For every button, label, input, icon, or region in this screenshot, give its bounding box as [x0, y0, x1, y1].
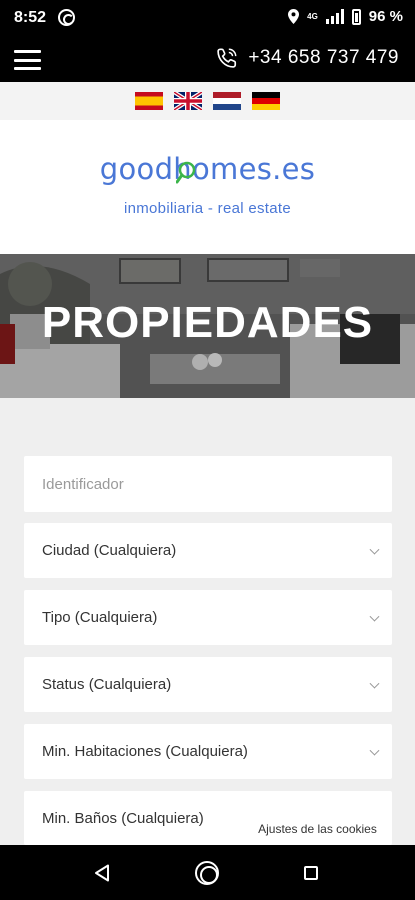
- status-indicators: 4G 96 %: [288, 8, 403, 25]
- sync-icon: [58, 9, 75, 26]
- chevron-down-icon: [369, 678, 380, 689]
- language-selector: [0, 82, 415, 120]
- phone-number: +34 658 737 479: [248, 47, 399, 68]
- home-icon[interactable]: [195, 861, 219, 885]
- signal-icon: [325, 9, 344, 24]
- chevron-down-icon: [369, 544, 380, 555]
- property-search-form: Identificador Ciudad (Cualquiera) Tipo (…: [0, 398, 415, 845]
- site-header: +34 658 737 479: [0, 36, 415, 82]
- logo-area: goodhomes.es inmobiliaria - real estate: [0, 120, 415, 254]
- identifier-input[interactable]: Identificador: [24, 456, 392, 512]
- magnifier-icon: [176, 161, 196, 184]
- battery-level: 96 %: [368, 8, 403, 25]
- location-icon: [288, 9, 300, 24]
- spain-flag-icon[interactable]: [135, 92, 163, 110]
- status-select[interactable]: Status (Cualquiera): [24, 657, 392, 712]
- menu-icon[interactable]: [14, 50, 41, 70]
- min-rooms-select-value: Min. Habitaciones (Cualquiera): [42, 743, 248, 760]
- status-bar: 8:52 4G 96 %: [0, 0, 415, 36]
- battery-icon: [351, 8, 361, 25]
- logo-tagline: inmobiliaria - real estate: [123, 200, 292, 217]
- status-time: 8:52: [14, 9, 47, 26]
- netherlands-flag-icon[interactable]: [213, 92, 241, 110]
- chevron-down-icon: [369, 745, 380, 756]
- type-select-value: Tipo (Cualquiera): [42, 609, 158, 626]
- network-label: 4G: [307, 11, 318, 21]
- chevron-down-icon: [369, 611, 380, 622]
- city-select[interactable]: Ciudad (Cualquiera): [24, 523, 392, 578]
- uk-flag-icon[interactable]: [174, 92, 202, 110]
- site-logo[interactable]: goodhomes.es: [0, 152, 415, 186]
- recent-apps-icon[interactable]: [304, 866, 318, 880]
- page-title: PROPIEDADES: [41, 298, 374, 347]
- germany-flag-icon[interactable]: [252, 92, 280, 110]
- cookie-settings-button[interactable]: Ajustes de las cookies: [243, 815, 392, 843]
- min-rooms-select[interactable]: Min. Habitaciones (Cualquiera): [24, 724, 392, 779]
- hero-banner: PROPIEDADES: [0, 254, 415, 398]
- system-nav-bar: [0, 845, 415, 900]
- back-icon[interactable]: [94, 864, 110, 882]
- type-select[interactable]: Tipo (Cualquiera): [24, 590, 392, 645]
- min-baths-select-value: Min. Baños (Cualquiera): [42, 809, 204, 827]
- status-select-value: Status (Cualquiera): [42, 676, 172, 693]
- phone-link[interactable]: +34 658 737 479: [216, 47, 399, 69]
- phone-icon: [217, 48, 237, 68]
- city-select-value: Ciudad (Cualquiera): [42, 542, 177, 559]
- identifier-placeholder: Identificador: [42, 475, 124, 493]
